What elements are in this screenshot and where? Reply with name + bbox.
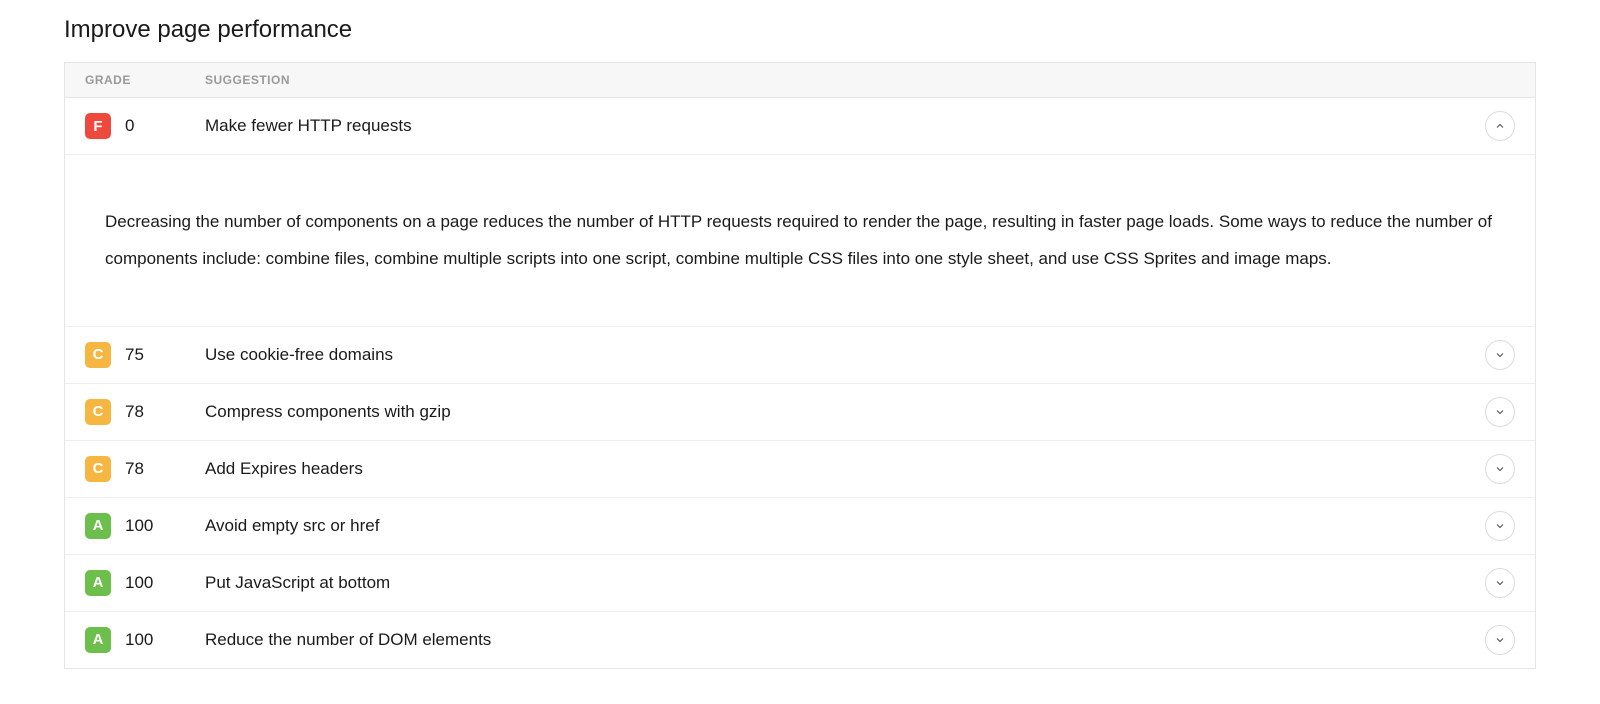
suggestion-text: Reduce the number of DOM elements bbox=[205, 630, 1485, 650]
grade-badge: A bbox=[85, 570, 111, 596]
chevron-up-icon[interactable] bbox=[1485, 111, 1515, 141]
grade-badge: C bbox=[85, 342, 111, 368]
table-header: GRADE SUGGESTION bbox=[65, 63, 1535, 98]
grade-badge: A bbox=[85, 627, 111, 653]
suggestion-text: Avoid empty src or href bbox=[205, 516, 1485, 536]
grade-cell: A 100 bbox=[85, 627, 205, 653]
column-header-suggestion: SUGGESTION bbox=[205, 73, 1515, 87]
suggestion-text: Add Expires headers bbox=[205, 459, 1485, 479]
suggestion-text: Use cookie-free domains bbox=[205, 345, 1485, 365]
grade-badge: C bbox=[85, 399, 111, 425]
score-value: 100 bbox=[125, 573, 153, 593]
suggestion-text: Compress components with gzip bbox=[205, 402, 1485, 422]
score-value: 100 bbox=[125, 630, 153, 650]
suggestion-row[interactable]: C 75 Use cookie-free domains bbox=[65, 327, 1535, 384]
suggestion-text: Put JavaScript at bottom bbox=[205, 573, 1485, 593]
suggestion-text: Make fewer HTTP requests bbox=[205, 116, 1485, 136]
chevron-down-icon[interactable] bbox=[1485, 454, 1515, 484]
suggestion-row[interactable]: A 100 Avoid empty src or href bbox=[65, 498, 1535, 555]
score-value: 78 bbox=[125, 459, 144, 479]
grade-badge: F bbox=[85, 113, 111, 139]
suggestions-panel: GRADE SUGGESTION F0Make fewer HTTP reque… bbox=[64, 62, 1536, 669]
score-value: 75 bbox=[125, 345, 144, 365]
chevron-down-icon[interactable] bbox=[1485, 340, 1515, 370]
score-value: 100 bbox=[125, 516, 153, 536]
grade-cell: A 100 bbox=[85, 513, 205, 539]
grade-cell: F0 bbox=[85, 113, 205, 139]
chevron-down-icon[interactable] bbox=[1485, 568, 1515, 598]
suggestion-row[interactable]: F0Make fewer HTTP requests bbox=[65, 98, 1535, 155]
grade-cell: C 78 bbox=[85, 399, 205, 425]
score-value: 0 bbox=[125, 116, 134, 136]
chevron-down-icon[interactable] bbox=[1485, 625, 1515, 655]
grade-cell: A 100 bbox=[85, 570, 205, 596]
score-value: 78 bbox=[125, 402, 144, 422]
suggestion-row[interactable]: C 78 Compress components with gzip bbox=[65, 384, 1535, 441]
column-header-grade: GRADE bbox=[85, 73, 205, 87]
suggestion-details: Decreasing the number of components on a… bbox=[65, 155, 1535, 327]
suggestion-row[interactable]: A 100 Put JavaScript at bottom bbox=[65, 555, 1535, 612]
grade-badge: A bbox=[85, 513, 111, 539]
chevron-down-icon[interactable] bbox=[1485, 397, 1515, 427]
chevron-down-icon[interactable] bbox=[1485, 511, 1515, 541]
grade-badge: C bbox=[85, 456, 111, 482]
grade-cell: C 78 bbox=[85, 456, 205, 482]
grade-cell: C 75 bbox=[85, 342, 205, 368]
suggestion-row[interactable]: A 100 Reduce the number of DOM elements bbox=[65, 612, 1535, 668]
page-title: Improve page performance bbox=[64, 16, 1536, 44]
suggestion-row[interactable]: C 78 Add Expires headers bbox=[65, 441, 1535, 498]
